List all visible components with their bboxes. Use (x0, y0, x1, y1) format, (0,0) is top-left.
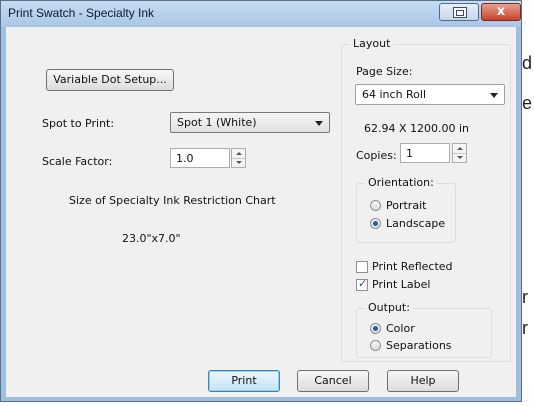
color-label: Color (386, 322, 415, 335)
background-text-2: e (522, 93, 533, 113)
help-button[interactable]: Help (387, 370, 459, 392)
arrow-up-icon (236, 152, 242, 155)
portrait-label: Portrait (386, 199, 427, 212)
arrow-up-icon (457, 147, 463, 150)
print-reflected-label: Print Reflected (372, 260, 453, 273)
spin-down-button[interactable] (232, 158, 245, 167)
spin-down-button[interactable] (453, 153, 466, 162)
arrow-down-icon (236, 161, 242, 164)
print-reflected-checkbox[interactable] (356, 261, 368, 273)
copies-spinner[interactable] (452, 143, 467, 163)
print-label-checkbox[interactable] (356, 277, 368, 291)
restore-button[interactable] (439, 3, 479, 21)
spot-to-print-label: Spot to Print: (42, 117, 115, 130)
scale-factor-spinner[interactable] (231, 148, 246, 168)
chevron-down-icon (490, 93, 498, 98)
background-text-3: r (522, 287, 528, 307)
page-size-label: Page Size: (356, 65, 413, 78)
page-size-dropdown[interactable]: 64 inch Roll (355, 84, 505, 105)
output-group-title: Output: (365, 301, 413, 314)
separations-radio[interactable] (370, 340, 381, 351)
portrait-radio[interactable] (370, 200, 381, 211)
page-size-value: 64 inch Roll (362, 88, 427, 101)
orientation-group-title: Orientation: (365, 176, 437, 189)
restore-icon (453, 7, 467, 18)
spot-to-print-value: Spot 1 (White) (177, 116, 257, 129)
scale-factor-label: Scale Factor: (42, 155, 113, 168)
orientation-group: Orientation: Portrait Landscape (356, 176, 456, 243)
page-dimensions: 62.94 X 1200.00 in (364, 122, 470, 135)
title-bar[interactable]: Print Swatch - Specialty Ink x (1, 1, 521, 27)
variable-dot-setup-button[interactable]: Variable Dot Setup... (46, 69, 174, 91)
color-radio[interactable] (370, 323, 381, 334)
cancel-button[interactable]: Cancel (297, 370, 369, 392)
background-text-4: r (522, 318, 528, 338)
print-label-label: Print Label (372, 278, 431, 291)
separations-label: Separations (386, 339, 452, 352)
scale-factor-input[interactable]: 1.0 (170, 148, 230, 168)
restriction-chart-size-label: Size of Specialty Ink Restriction Chart (69, 194, 276, 207)
arrow-down-icon (457, 156, 463, 159)
restriction-chart-size-value: 23.0"x7.0" (122, 232, 181, 245)
copies-label: Copies: (356, 149, 397, 162)
copies-value: 1 (406, 147, 413, 160)
output-group: Output: Color Separations (356, 301, 492, 358)
layout-group-title: Layout (350, 37, 394, 50)
landscape-radio[interactable] (370, 218, 381, 229)
close-button[interactable]: x (481, 3, 521, 21)
scale-factor-value: 1.0 (176, 152, 194, 165)
dialog-client-area: Variable Dot Setup... Spot to Print: Spo… (6, 27, 516, 397)
copies-input[interactable]: 1 (400, 143, 450, 163)
window-title: Print Swatch - Specialty Ink (8, 6, 155, 20)
spot-to-print-dropdown[interactable]: Spot 1 (White) (170, 112, 330, 133)
print-swatch-dialog: Print Swatch - Specialty Ink x Variable … (0, 0, 522, 402)
print-button[interactable]: Print (208, 370, 280, 392)
close-icon: x (496, 4, 506, 19)
chevron-down-icon (315, 121, 323, 126)
background-text-1: d (522, 53, 533, 73)
landscape-label: Landscape (386, 217, 446, 230)
layout-group: Layout Page Size: 64 inch Roll 62.94 X 1… (341, 37, 511, 362)
